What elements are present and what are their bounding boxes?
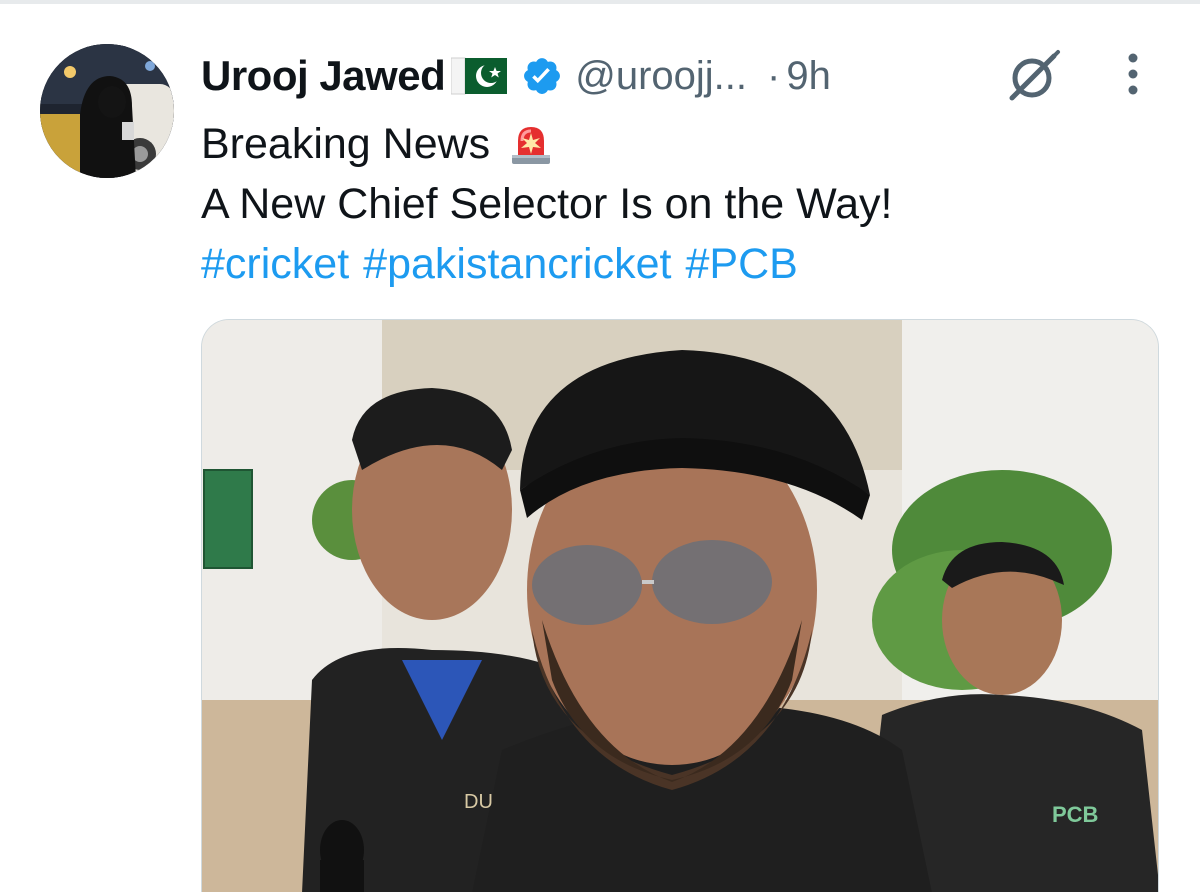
tweet-media-image[interactable]: PCB DU [201, 319, 1159, 892]
shirt-logo-text: PCB [1052, 802, 1098, 827]
more-vertical-icon[interactable] [1116, 50, 1150, 100]
verified-badge-icon[interactable] [521, 55, 563, 97]
display-name[interactable]: Urooj Jawed [201, 52, 446, 100]
breaking-news-text: Breaking News [201, 120, 491, 168]
top-divider [0, 0, 1200, 4]
pakistan-flag-icon [451, 56, 508, 96]
tweet-header: Urooj Jawed @uroojj... · 9h [201, 46, 831, 106]
jacket-text: DU [464, 791, 493, 813]
user-handle[interactable]: @uroojj... [575, 54, 747, 99]
hashtag-pakistancricket[interactable]: #pakistancricket [363, 240, 671, 288]
hashtag-cricket[interactable]: #cricket [201, 240, 349, 288]
separator-dot: · [767, 53, 781, 98]
hashtags: #cricket #pakistancricket #PCB [201, 238, 812, 290]
police-siren-icon [506, 119, 556, 169]
avatar[interactable] [40, 44, 174, 178]
hashtag-pcb[interactable]: #PCB [685, 240, 797, 288]
tweet-text-line-2: A New Chief Selector Is on the Way! [201, 180, 893, 228]
tweet-text-line-1: Breaking News [201, 118, 556, 170]
grok-icon[interactable] [1004, 48, 1062, 104]
timestamp[interactable]: 9h [786, 54, 831, 99]
